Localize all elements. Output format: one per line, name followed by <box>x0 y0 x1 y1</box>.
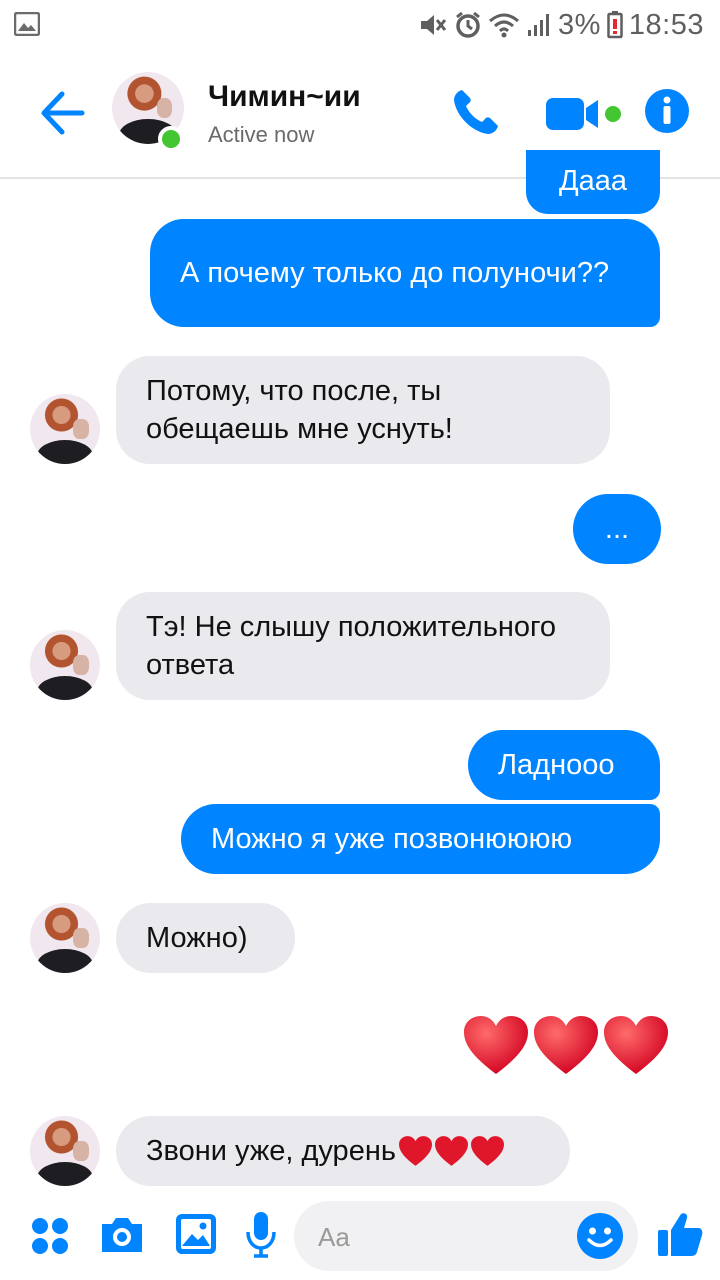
message-bubble-incoming[interactable]: Можно) <box>116 903 295 973</box>
sender-avatar[interactable] <box>30 903 100 973</box>
emoji-message[interactable]: ❤️❤️❤️ <box>462 1014 670 1076</box>
status-bar: 3% 18:53 <box>0 0 720 50</box>
sender-avatar[interactable] <box>30 1116 100 1186</box>
mute-icon <box>421 15 447 35</box>
red-heart-icon <box>534 1016 598 1074</box>
message-bubble-outgoing[interactable]: Ладнооо <box>468 730 660 800</box>
message-input-container[interactable] <box>294 1201 638 1271</box>
battery-icon <box>607 11 623 39</box>
more-apps-icon[interactable] <box>30 1216 70 1256</box>
camera-icon[interactable] <box>98 1214 146 1256</box>
message-bubble-outgoing[interactable]: Дааа <box>526 150 660 214</box>
contact-name[interactable]: Чимин~ии <box>208 80 361 114</box>
message-bubble-incoming[interactable]: Звони уже, дурень <box>116 1116 570 1186</box>
red-heart-icon <box>464 1016 528 1074</box>
red-heart-icon <box>470 1136 504 1166</box>
sender-avatar[interactable] <box>30 630 100 700</box>
info-icon[interactable] <box>644 88 690 134</box>
message-bubble-outgoing[interactable]: А почему только до полуночи?? <box>150 219 660 327</box>
video-call-icon[interactable] <box>544 94 626 134</box>
hearts-inline <box>398 1135 505 1167</box>
red-heart-icon <box>434 1136 468 1166</box>
message-composer <box>0 1192 720 1280</box>
online-indicator <box>158 126 184 152</box>
gallery-notification-icon <box>14 12 40 36</box>
message-bubble-outgoing[interactable]: Можно я уже позвонюююю <box>181 804 660 874</box>
sender-avatar[interactable] <box>30 394 100 464</box>
back-arrow-icon[interactable] <box>36 88 88 138</box>
phone-call-icon[interactable] <box>450 86 502 138</box>
message-input[interactable] <box>316 1217 560 1257</box>
alarm-icon <box>456 11 480 38</box>
contact-status: Active now <box>208 122 315 147</box>
message-bubble-incoming[interactable]: Тэ! Не слышу положительного ответа <box>116 592 610 700</box>
battery-percent: 3% <box>558 8 601 41</box>
signal-icon <box>528 14 549 36</box>
thumbs-up-icon[interactable] <box>656 1210 704 1258</box>
clock: 18:53 <box>628 8 704 41</box>
message-bubble-incoming[interactable]: Потому, что после, ты обещаешь мне уснут… <box>116 356 610 464</box>
red-heart-icon <box>604 1016 668 1074</box>
gallery-icon[interactable] <box>174 1212 218 1256</box>
emoji-icon[interactable] <box>576 1212 624 1260</box>
message-bubble-outgoing[interactable]: ... <box>573 494 661 564</box>
red-heart-icon <box>398 1136 432 1166</box>
message-text: Звони уже, дурень <box>146 1135 396 1167</box>
wifi-icon <box>489 13 519 38</box>
microphone-icon[interactable] <box>244 1210 278 1260</box>
